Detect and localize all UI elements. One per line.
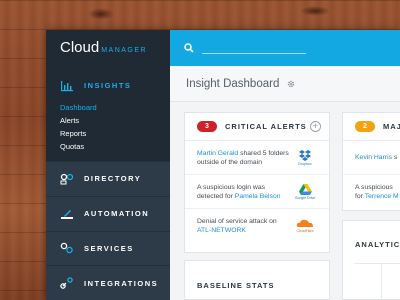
google-drive-logo: Google Drive: [291, 183, 319, 200]
logo-caption: Dropbox: [298, 161, 312, 166]
alert-text: Denial of service attack on ATL-NETWORK: [197, 217, 291, 235]
automation-icon: [61, 209, 73, 219]
sidebar-item-label: AUTOMATION: [84, 209, 150, 219]
sidebar-item-directory[interactable]: DIRECTORY: [46, 161, 170, 196]
alert-message: s: [392, 154, 398, 161]
card-title: BASELINE STATS: [197, 281, 275, 290]
cloudflare-icon: [296, 219, 313, 227]
card-header: 3 CRITICAL ALERTS +: [185, 113, 329, 141]
alert-text: A suspicious for Terrence M: [355, 183, 400, 201]
card-header: 2 MAJ: [343, 113, 400, 141]
sidebar-item-label: INTEGRATIONS: [84, 278, 159, 288]
sidebar-item-insights[interactable]: INSIGHTS: [60, 79, 170, 93]
alert-row[interactable]: Martin Gerald shared 5 folders outside o…: [185, 141, 329, 175]
card-title: CRITICAL ALERTS: [225, 122, 307, 131]
alert-message: A suspicious: [355, 184, 393, 191]
wood-knot: [300, 6, 330, 16]
brand-logo[interactable]: Cloud MANAGER: [46, 30, 170, 66]
card-title: ANALYTICS: [355, 240, 400, 249]
major-alerts-card: 2 MAJ Kevin Harris s A suspicious for Te…: [342, 112, 400, 211]
sidebar-item-automation[interactable]: AUTOMATION: [46, 195, 170, 231]
sidebar-item-label: INSIGHTS: [84, 81, 132, 91]
google-drive-icon: [298, 183, 312, 195]
sidebar-item-services[interactable]: SERVICES: [46, 230, 170, 266]
subnav-alerts[interactable]: Alerts: [60, 114, 170, 127]
subnav-quotas[interactable]: Quotas: [60, 140, 170, 153]
cloudflare-logo: CloudFlare: [291, 219, 319, 233]
analytics-card: ANALYTICS: [342, 220, 400, 300]
alert-row[interactable]: A suspicious login was detected for Pame…: [185, 175, 329, 209]
sidebar-item-integrations[interactable]: INTEGRATIONS: [46, 265, 170, 300]
alert-count-badge: 2: [355, 121, 375, 132]
page-title: Insight Dashboard: [186, 77, 280, 90]
user-link[interactable]: Kevin Harris: [355, 154, 392, 161]
chart-gridline: [381, 263, 382, 300]
alert-row[interactable]: Kevin Harris s: [343, 141, 400, 175]
sidebar-item-label: SERVICES: [84, 243, 134, 253]
services-icon: [60, 243, 73, 254]
logo-caption: CloudFlare: [296, 229, 314, 233]
alert-text: Martin Gerald shared 5 folders outside o…: [197, 149, 291, 167]
search-box: [184, 42, 306, 54]
user-link[interactable]: Terrence M: [365, 193, 399, 200]
logo-caption: Google Drive: [294, 195, 316, 200]
dashboard-content: 3 CRITICAL ALERTS + Martin Gerald shared…: [170, 102, 400, 300]
alert-text: Kevin Harris s: [355, 153, 400, 162]
card-header: BASELINE STATS: [185, 261, 329, 293]
card-header: ANALYTICS: [343, 221, 400, 252]
alert-message: Denial of service attack on: [197, 218, 277, 225]
wood-knot: [88, 8, 114, 20]
top-bar: [170, 30, 400, 66]
alert-count-badge: 3: [197, 121, 217, 132]
alert-row[interactable]: Denial of service attack on ATL-NETWORK …: [185, 209, 329, 243]
brand-suffix: MANAGER: [101, 47, 148, 54]
baseline-stats-card: BASELINE STATS: [184, 260, 330, 300]
alert-text: A suspicious login was detected for Pame…: [197, 183, 291, 201]
user-link[interactable]: Pamela Belson: [235, 193, 281, 200]
alert-row[interactable]: A suspicious for Terrence M: [343, 175, 400, 209]
integrations-icon: [60, 277, 73, 289]
dropbox-logo: Dropbox: [291, 149, 319, 166]
app-window: Cloud MANAGER INSIGHTS Dashboard Alerts …: [46, 30, 400, 300]
network-link[interactable]: ATL-NETWORK: [197, 227, 246, 234]
brand-name: Cloud: [60, 39, 100, 56]
alert-message: for: [355, 193, 365, 200]
critical-alerts-card: 3 CRITICAL ALERTS + Martin Gerald shared…: [184, 112, 330, 253]
add-button[interactable]: +: [310, 121, 321, 132]
search-icon[interactable]: [184, 43, 194, 53]
search-input[interactable]: [202, 42, 306, 54]
main-panel: Insight Dashboard 3 CRITICAL ALERTS + Ma…: [170, 30, 400, 300]
subnav-reports[interactable]: Reports: [60, 127, 170, 140]
directory-icon: [60, 173, 74, 185]
subnav-dashboard[interactable]: Dashboard: [60, 101, 170, 114]
card-title: MAJ: [383, 122, 400, 131]
sidebar: Cloud MANAGER INSIGHTS Dashboard Alerts …: [46, 30, 170, 300]
dropbox-icon: [299, 149, 311, 161]
insights-subnav: Dashboard Alerts Reports Quotas: [60, 101, 170, 153]
bar-chart-icon: [61, 80, 73, 91]
page-header: Insight Dashboard: [170, 66, 400, 102]
user-link[interactable]: Martin Gerald: [197, 150, 238, 157]
sidebar-item-label: DIRECTORY: [84, 174, 142, 184]
nav-insights-section: INSIGHTS Dashboard Alerts Reports Quotas: [46, 65, 170, 162]
chart-gridline: [355, 263, 400, 264]
gear-icon[interactable]: [287, 80, 295, 88]
